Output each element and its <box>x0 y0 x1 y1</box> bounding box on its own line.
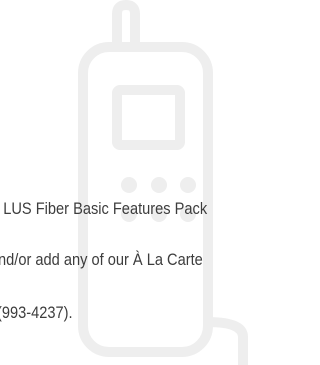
body-text-line-3: (993-4237). <box>0 303 73 322</box>
keypad-button-shape <box>180 177 196 193</box>
body-text-line-1: e LUS Fiber Basic Features Pack <box>0 199 208 218</box>
keypad-button-shape <box>151 177 167 193</box>
phone-base-shape <box>203 317 248 365</box>
body-text-line-2: nd/or add any of our À La Carte <box>0 250 203 269</box>
phone-antenna-shape <box>112 0 140 52</box>
phone-display-shape <box>112 85 185 150</box>
page-fragment: e LUS Fiber Basic Features Pack nd/or ad… <box>0 0 303 365</box>
keypad-button-shape <box>121 177 137 193</box>
